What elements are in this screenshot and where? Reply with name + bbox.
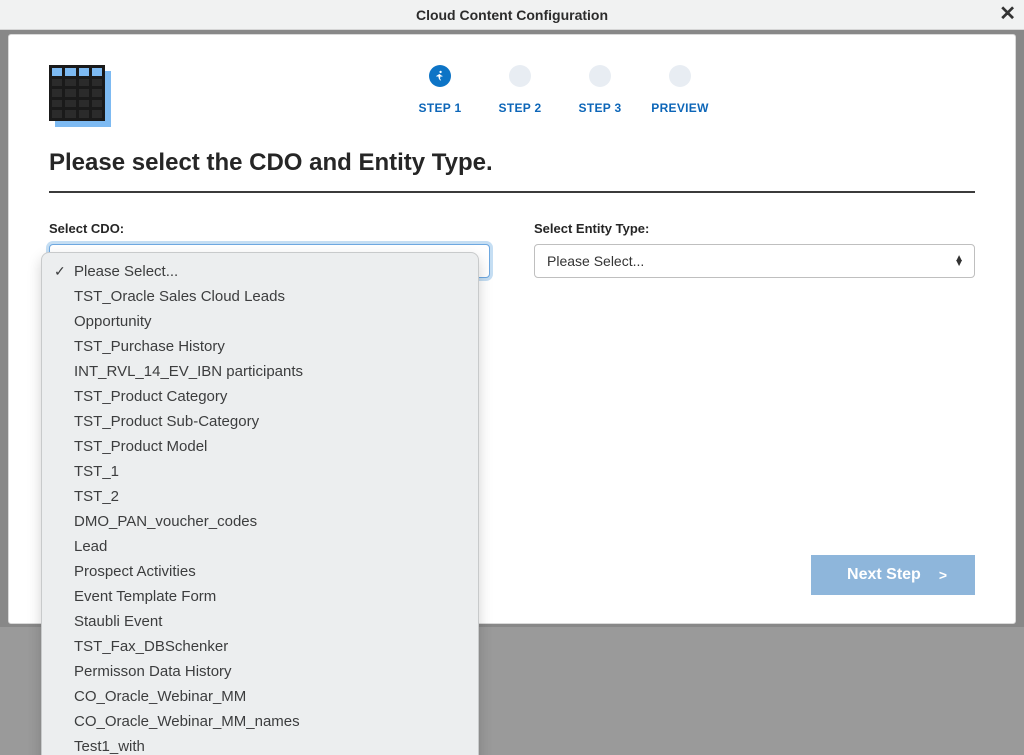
dropdown-item[interactable]: Prospect Activities bbox=[42, 559, 478, 584]
step-3[interactable]: STEP 3 bbox=[560, 65, 640, 115]
step-2[interactable]: STEP 2 bbox=[480, 65, 560, 115]
stepper: STEP 1 STEP 2 STEP 3 PREVIEW bbox=[145, 65, 975, 115]
dropdown-item[interactable]: Lead bbox=[42, 534, 478, 559]
dropdown-item[interactable]: Please Select... bbox=[42, 259, 478, 284]
table-icon bbox=[49, 65, 105, 121]
dropdown-item[interactable]: Test1_with bbox=[42, 734, 478, 755]
runner-icon bbox=[429, 65, 451, 87]
dropdown-item[interactable]: TST_Oracle Sales Cloud Leads bbox=[42, 284, 478, 309]
step-label: STEP 3 bbox=[579, 101, 622, 115]
dropdown-item[interactable]: CO_Oracle_Webinar_MM_names bbox=[42, 709, 478, 734]
dropdown-item[interactable]: TST_Product Sub-Category bbox=[42, 409, 478, 434]
dropdown-item[interactable]: TST_Fax_DBSchenker bbox=[42, 634, 478, 659]
step-dot bbox=[589, 65, 611, 87]
step-dot bbox=[509, 65, 531, 87]
modal-title: Cloud Content Configuration bbox=[416, 7, 608, 23]
entity-field: Select Entity Type: Please Select... ▲▼ bbox=[534, 221, 975, 278]
entity-select[interactable]: Please Select... ▲▼ bbox=[534, 244, 975, 278]
modal-window: Cloud Content Configuration ✕ bbox=[0, 0, 1024, 755]
dropdown-item[interactable]: INT_RVL_14_EV_IBN participants bbox=[42, 359, 478, 384]
dropdown-item[interactable]: CO_Oracle_Webinar_MM bbox=[42, 684, 478, 709]
step-label: PREVIEW bbox=[651, 101, 708, 115]
entity-label: Select Entity Type: bbox=[534, 221, 975, 236]
page-heading: Please select the CDO and Entity Type. bbox=[49, 149, 975, 177]
close-icon[interactable]: ✕ bbox=[999, 4, 1016, 24]
next-step-label: Next Step bbox=[847, 566, 921, 584]
step-preview[interactable]: PREVIEW bbox=[640, 65, 720, 115]
cdo-label: Select CDO: bbox=[49, 221, 490, 236]
next-step-button[interactable]: Next Step > bbox=[811, 555, 975, 595]
step-1[interactable]: STEP 1 bbox=[400, 65, 480, 115]
dropdown-item[interactable]: TST_Purchase History bbox=[42, 334, 478, 359]
cdo-dropdown[interactable]: Please Select...TST_Oracle Sales Cloud L… bbox=[41, 252, 479, 755]
dropdown-item[interactable]: TST_2 bbox=[42, 484, 478, 509]
dropdown-item[interactable]: TST_1 bbox=[42, 459, 478, 484]
dropdown-item[interactable]: Event Template Form bbox=[42, 584, 478, 609]
dropdown-item[interactable]: Staubli Event bbox=[42, 609, 478, 634]
dropdown-item[interactable]: Opportunity bbox=[42, 309, 478, 334]
chevron-updown-icon: ▲▼ bbox=[954, 256, 964, 266]
panel-header: STEP 1 STEP 2 STEP 3 PREVIEW bbox=[49, 65, 975, 121]
step-dot bbox=[669, 65, 691, 87]
divider bbox=[49, 191, 975, 193]
step-label: STEP 1 bbox=[419, 101, 462, 115]
dropdown-item[interactable]: TST_Product Model bbox=[42, 434, 478, 459]
dropdown-item[interactable]: Permisson Data History bbox=[42, 659, 478, 684]
step-label: STEP 2 bbox=[499, 101, 542, 115]
titlebar: Cloud Content Configuration ✕ bbox=[0, 0, 1024, 30]
dropdown-item[interactable]: TST_Product Category bbox=[42, 384, 478, 409]
chevron-right-icon: > bbox=[939, 567, 947, 583]
dropdown-item[interactable]: DMO_PAN_voucher_codes bbox=[42, 509, 478, 534]
entity-select-value: Please Select... bbox=[547, 253, 644, 269]
